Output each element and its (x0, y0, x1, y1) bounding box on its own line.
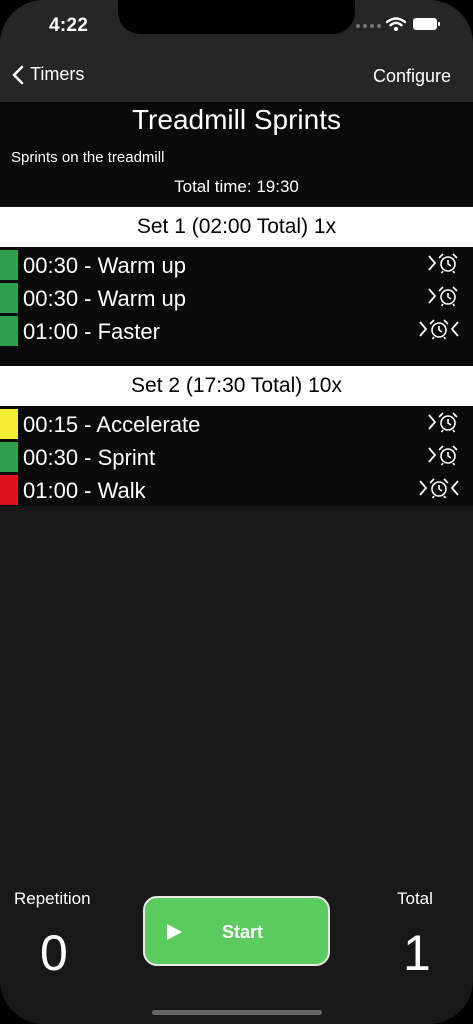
workout-description: Sprints on the treadmill (11, 149, 165, 166)
back-button-label: Timers (30, 64, 85, 84)
set-header[interactable]: Set 1 (02:00 Total) 1x (0, 207, 473, 247)
chevron-left-icon (12, 65, 24, 84)
total-value: 1 (403, 925, 431, 981)
alarm-clock-icon (438, 412, 458, 433)
row-icons (428, 411, 459, 433)
home-indicator[interactable] (152, 1010, 322, 1015)
interval-label: 01:00 - Walk (23, 478, 146, 503)
list-item[interactable]: 00:30 - Sprint (0, 442, 473, 472)
color-swatch (0, 409, 18, 439)
alarm-clock-icon (438, 286, 458, 307)
navigation-bar: Timers Configure (0, 50, 473, 102)
chevron-right-icon (428, 447, 437, 463)
set-list: 00:30 - Warm up 00:30 - Warm up 01:00 - … (0, 247, 473, 366)
row-icons (419, 477, 459, 499)
repetition-value: 0 (40, 925, 68, 981)
page-title: Treadmill Sprints (131, 104, 341, 135)
workout-header: Treadmill Sprints Sprints on the treadmi… (0, 102, 473, 206)
total-time: Total time: 19:30 (174, 177, 299, 196)
interval-label: 01:00 - Faster (23, 319, 160, 344)
color-swatch (0, 442, 18, 472)
start-button[interactable]: Start (143, 896, 330, 966)
color-swatch (0, 475, 18, 505)
app-screen: 4:22 Timers Configure Treadmill Sprints … (0, 0, 473, 1024)
battery-icon (413, 18, 440, 30)
chevron-right-icon (428, 414, 437, 430)
set-header[interactable]: Set 2 (17:30 Total) 10x (0, 366, 473, 406)
interval-label: 00:30 - Sprint (23, 445, 156, 470)
notch (118, 0, 355, 34)
alarm-clock-icon (429, 478, 449, 499)
alarm-clock-icon (438, 445, 458, 466)
list-item[interactable]: 00:30 - Warm up (0, 250, 473, 280)
back-button[interactable]: Timers (12, 64, 84, 85)
list-item[interactable]: 01:00 - Faster (0, 316, 473, 346)
alarm-clock-icon (429, 319, 449, 340)
color-swatch (0, 250, 18, 280)
row-icons (428, 444, 459, 466)
configure-button[interactable]: Configure (373, 66, 451, 87)
repetition-label: Repetition (14, 889, 91, 908)
row-icons (428, 252, 459, 274)
color-swatch (0, 316, 18, 346)
chevron-right-icon (419, 480, 428, 496)
chevron-right-icon (428, 288, 437, 304)
alarm-clock-icon (438, 253, 458, 274)
interval-label: 00:30 - Warm up (23, 253, 187, 278)
start-button-label: Start (221, 922, 263, 942)
chevron-left-icon (450, 321, 459, 337)
interval-label: 00:30 - Warm up (23, 286, 187, 311)
chevron-left-icon (450, 480, 459, 496)
list-item[interactable]: 00:15 - Accelerate (0, 409, 473, 439)
list-item[interactable]: 01:00 - Walk (0, 475, 473, 505)
row-icons (428, 285, 459, 307)
chevron-right-icon (428, 255, 437, 271)
chevron-right-icon (419, 321, 428, 337)
total-label: Total (397, 889, 433, 908)
cellular-signal-icon (356, 24, 381, 28)
row-icons (419, 318, 459, 340)
color-swatch (0, 283, 18, 313)
status-bar: 4:22 (0, 0, 473, 50)
interval-label: 00:15 - Accelerate (23, 412, 201, 437)
status-time: 4:22 (49, 15, 89, 36)
set-list: 00:15 - Accelerate 00:30 - Sprint 01:00 … (0, 406, 473, 506)
wifi-icon (386, 17, 406, 31)
list-item[interactable]: 00:30 - Warm up (0, 283, 473, 313)
